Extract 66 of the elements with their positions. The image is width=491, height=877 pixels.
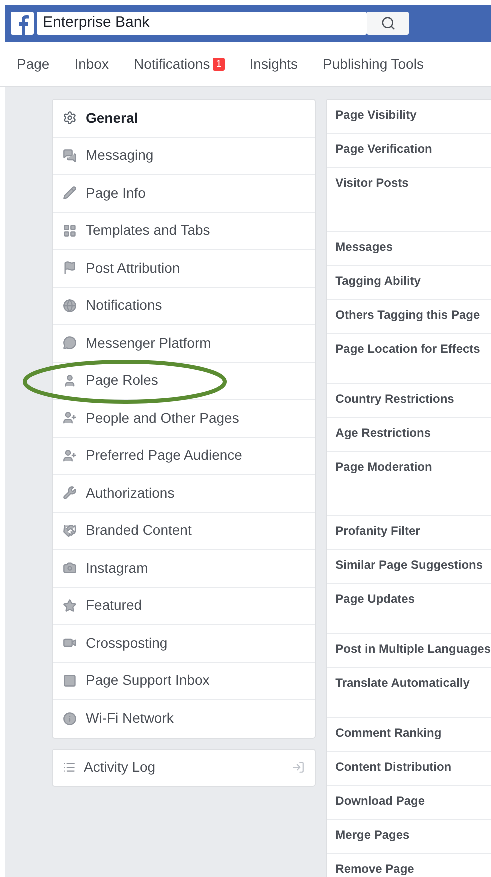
nav-tab[interactable]: Page <box>17 54 50 74</box>
nav-tab[interactable]: Inbox <box>74 54 109 74</box>
setting-row[interactable]: Tagging Ability <box>326 266 491 300</box>
settings-menu-item[interactable]: Authorizations <box>53 475 315 512</box>
search-field[interactable]: Enterprise Bank <box>37 12 367 35</box>
search-icon <box>380 16 396 31</box>
setting-row[interactable]: Page Location for Effects <box>326 334 491 384</box>
settings-menu-item[interactable]: Instagram <box>53 550 315 588</box>
setting-row[interactable]: Download Page <box>326 786 491 820</box>
settings-menu-item[interactable]: General <box>53 100 315 138</box>
setting-row[interactable]: Merge Pages <box>326 820 491 854</box>
setting-row[interactable]: Remove Page <box>326 854 491 877</box>
settings-menu-item[interactable]: Notifications <box>53 288 315 325</box>
setting-row[interactable]: Messages <box>326 232 491 266</box>
person-plus-icon <box>63 411 77 426</box>
settings-menu-item[interactable]: Crossposting <box>53 625 315 662</box>
settings-menu-item[interactable]: Messaging <box>53 138 315 175</box>
setting-row[interactable]: Others Tagging this Page <box>326 300 491 334</box>
setting-row[interactable]: Comment Ranking <box>326 718 491 752</box>
chat-bubble-icon <box>63 336 77 350</box>
camera-icon <box>63 561 77 576</box>
setting-row[interactable]: Visitor Posts <box>326 168 491 232</box>
settings-menu-item[interactable]: Featured <box>53 588 315 625</box>
nav-tab[interactable]: Insights <box>250 54 298 74</box>
activity-log-link[interactable]: Activity Log <box>52 748 316 786</box>
flag-icon <box>63 261 77 276</box>
setting-row[interactable]: Post in Multiple Languages <box>326 634 491 668</box>
grid-icon <box>63 224 77 238</box>
nav-tab[interactable]: Notifications 1 <box>134 54 225 74</box>
chat-bubbles-icon <box>63 148 77 163</box>
settings-menu-item[interactable]: Branded Content <box>53 512 315 550</box>
info-icon <box>63 712 77 726</box>
setting-row[interactable]: Page Visibility <box>326 100 491 134</box>
search-button[interactable] <box>367 12 409 35</box>
handshake-icon <box>63 524 77 538</box>
setting-row[interactable]: Translate Automatically <box>326 668 491 718</box>
settings-menu-item[interactable]: People and Other Pages <box>53 400 315 438</box>
square-icon <box>63 674 77 688</box>
settings-menu-item[interactable]: Preferred Page Audience <box>53 438 315 475</box>
setting-row[interactable]: Profanity Filter <box>326 516 491 550</box>
settings-menu-item[interactable]: Messenger Platform <box>53 325 315 362</box>
setting-row[interactable]: Content Distribution <box>326 752 491 786</box>
setting-row[interactable]: Age Restrictions <box>326 418 491 452</box>
nav-tab[interactable]: Publishing Tools <box>323 54 424 74</box>
person-icon <box>63 374 77 388</box>
notification-count: 1 <box>213 58 225 70</box>
globe-icon <box>63 298 77 313</box>
sign-in-icon <box>292 761 305 774</box>
wrench-icon <box>63 486 77 500</box>
setting-row[interactable]: Country Restrictions <box>326 384 491 418</box>
settings-menu-item[interactable]: Page Support Inbox <box>53 662 315 700</box>
setting-row[interactable]: Page Verification <box>326 134 491 168</box>
star-icon <box>63 598 77 613</box>
person-plus-icon <box>63 448 77 463</box>
list-icon <box>63 761 76 774</box>
gear-icon <box>63 111 77 126</box>
settings-menu-item[interactable]: Wi-Fi Network <box>53 700 315 738</box>
logo-icon[interactable] <box>11 12 34 35</box>
setting-row[interactable]: Similar Page Suggestions <box>326 550 491 584</box>
pencil-icon <box>63 186 77 200</box>
settings-menu-item[interactable]: Templates and Tabs <box>53 212 315 250</box>
setting-row[interactable]: Page Updates <box>326 584 491 634</box>
settings-menu-item[interactable]: Page Roles <box>53 362 315 400</box>
setting-row[interactable]: Page Moderation <box>326 452 491 516</box>
settings-menu-item[interactable]: Post Attribution <box>53 250 315 288</box>
settings-menu-item[interactable]: Page Info <box>53 175 315 212</box>
